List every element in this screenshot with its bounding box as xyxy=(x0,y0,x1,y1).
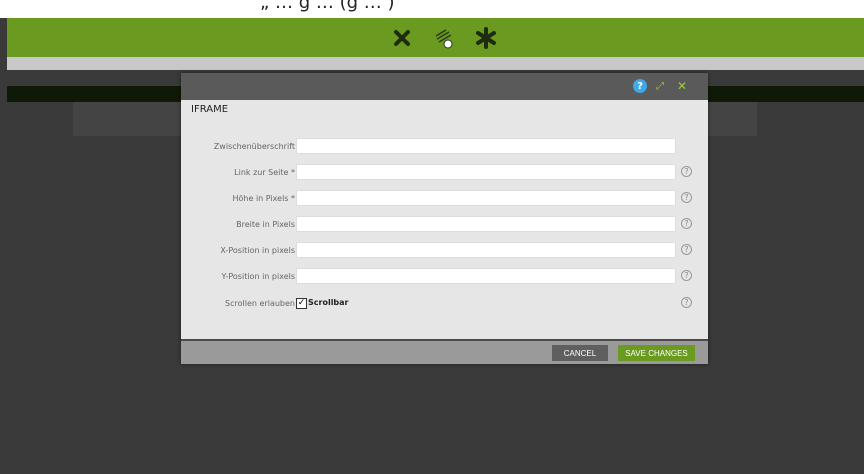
link-input[interactable] xyxy=(296,164,676,180)
field-row-breite: Breite in Pixels ? xyxy=(181,216,708,234)
scrollbar-checkbox[interactable]: ✓ xyxy=(296,298,307,309)
field-row-x-position: X-Position in pixels ? xyxy=(181,242,708,260)
save-changes-button[interactable]: SAVE CHANGES xyxy=(618,345,695,361)
help-circle-icon[interactable]: ? xyxy=(681,270,692,281)
top-strip-text: „ … g … (g … ) xyxy=(260,0,395,13)
zwischenueberschrift-input[interactable] xyxy=(296,138,676,154)
field-row-hoehe: Höhe in Pixels * ? xyxy=(181,190,708,208)
field-row-zwischenueberschrift: Zwischenüberschrift xyxy=(181,138,708,156)
field-label: X-Position in pixels xyxy=(220,246,295,255)
field-row-link: Link zur Seite * ? xyxy=(181,164,708,182)
field-label: Link zur Seite * xyxy=(234,168,295,177)
field-row-scrollen: Scrollen erlauben ✓ Scrollbar ? xyxy=(181,295,708,313)
x-position-input[interactable] xyxy=(296,242,676,258)
expand-icon[interactable]: ⤢ xyxy=(654,79,666,93)
dialog-footer: CANCEL SAVE CHANGES xyxy=(181,339,708,364)
asterisk-icon[interactable] xyxy=(473,25,499,51)
dialog-header: ? ⤢ ✕ xyxy=(181,73,708,100)
help-circle-icon[interactable]: ? xyxy=(681,244,692,255)
help-icon[interactable]: ? xyxy=(633,79,647,93)
height-input[interactable] xyxy=(296,190,676,206)
field-label: Y-Position in pixels xyxy=(221,272,295,281)
dialog-title: IFRAME xyxy=(191,104,229,115)
field-label: Zwischenüberschrift xyxy=(213,142,295,151)
field-label: Höhe in Pixels * xyxy=(232,194,296,203)
magic-wand-icon[interactable] xyxy=(431,25,457,51)
help-circle-icon[interactable]: ? xyxy=(681,192,692,203)
crossed-tools-icon[interactable] xyxy=(389,25,415,51)
main-toolbar xyxy=(7,18,864,57)
close-icon[interactable]: ✕ xyxy=(675,79,689,93)
help-circle-icon[interactable]: ? xyxy=(681,297,692,308)
top-strip: „ … g … (g … ) xyxy=(0,0,864,18)
help-circle-icon[interactable]: ? xyxy=(681,218,692,229)
field-row-y-position: Y-Position in pixels ? xyxy=(181,268,708,286)
sub-toolbar xyxy=(7,57,864,70)
y-position-input[interactable] xyxy=(296,268,676,284)
field-label: Scrollen erlauben xyxy=(225,299,295,308)
help-circle-icon[interactable]: ? xyxy=(681,166,692,177)
cancel-button[interactable]: CANCEL xyxy=(552,345,608,361)
width-input[interactable] xyxy=(296,216,676,232)
scrollbar-checkbox-label[interactable]: Scrollbar xyxy=(308,298,349,307)
field-label: Breite in Pixels xyxy=(236,220,295,229)
iframe-dialog: ? ⤢ ✕ IFRAME Zwischenüberschrift Link zu… xyxy=(181,73,708,364)
